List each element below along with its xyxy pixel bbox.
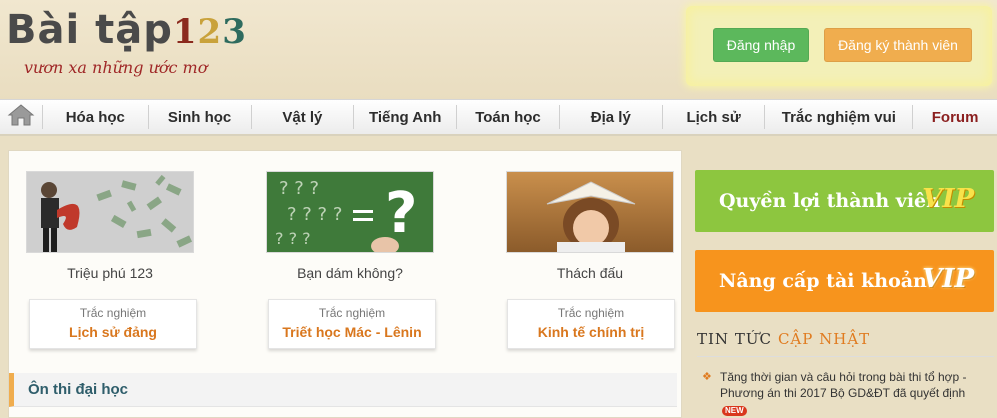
logo-number: 123 <box>173 12 247 52</box>
promo-trieu-phu[interactable]: Triệu phú 123 <box>26 171 194 281</box>
promo-title: Triệu phú 123 <box>67 265 153 281</box>
news-item-title: Tăng thời gian và câu hỏi trong bài thi … <box>720 370 967 400</box>
nav-item-lich-su[interactable]: Lịch sử <box>661 105 765 129</box>
site-logo[interactable]: Bài tập123 vươn xa những ước mơ <box>6 6 247 77</box>
section-on-thi-dai-hoc[interactable]: Ôn thi đại học <box>9 373 677 407</box>
logo-slogan: vươn xa những ước mơ <box>24 58 208 77</box>
quiz-card-name: Lịch sử đảng <box>69 324 157 340</box>
vip-benefits-label: Quyền lợi thành viên <box>719 190 940 212</box>
vip-upgrade-banner[interactable]: Nâng cấp tài khoản VIP <box>695 250 994 312</box>
nav-item-sinh-hoc[interactable]: Sinh học <box>147 105 251 129</box>
quiz-card-name: Kinh tế chính trị <box>537 324 645 340</box>
logo-digit-1: 1 <box>172 12 198 52</box>
main-content: Triệu phú 123 Trắc nghiệm Lịch sử đảng ?… <box>8 150 682 418</box>
quiz-card-kind: Trắc nghiệm <box>79 306 147 320</box>
promo-ban-dam-khong[interactable]: ? ? ? ? ? ? ? ? ? ? ? Bạn dám không? <box>266 171 434 281</box>
quiz-card-name: Triết học Mác - Lênin <box>282 324 422 340</box>
vip-upgrade-label: Nâng cấp tài khoản <box>719 270 927 292</box>
quiz-card-kind: Trắc nghiệm <box>318 306 386 320</box>
nav-item-vat-ly[interactable]: Vật lý <box>250 105 354 129</box>
promo-title: Thách đấu <box>556 265 624 281</box>
promo-thach-dau[interactable]: Thách đấu <box>506 171 674 281</box>
vip-badge: VIP <box>922 184 974 214</box>
logo-word: Bài tập <box>6 7 173 53</box>
news-heading-a: TIN TỨC <box>697 330 772 348</box>
svg-text:? ? ?: ? ? ? <box>279 178 319 199</box>
auth-panel: Đăng nhập Đăng ký thành viên <box>686 6 992 86</box>
main-nav: Hóa học Sinh học Vật lý Tiếng Anh Toán h… <box>0 99 997 136</box>
promo-image-girl-reading <box>506 171 674 253</box>
logo-digit-2: 2 <box>197 12 223 52</box>
home-icon <box>7 103 35 132</box>
news-item-text: Tăng thời gian và câu hỏi trong bài thi … <box>720 369 994 417</box>
nav-item-dia-ly[interactable]: Địa lý <box>558 105 662 129</box>
logo-text: Bài tập123 <box>6 6 247 56</box>
nav-home[interactable] <box>0 100 42 135</box>
logo-digit-3: 3 <box>222 12 247 52</box>
bullet-icon: ❖ <box>702 371 712 383</box>
news-heading: TIN TỨC CẬP NHẬT <box>697 330 870 348</box>
news-item[interactable]: ❖ Tăng thời gian và câu hỏi trong bài th… <box>702 369 994 417</box>
quiz-card-lich-su-dang[interactable]: Trắc nghiệm Lịch sử đảng <box>29 299 197 349</box>
nav-item-forum[interactable]: Forum <box>912 105 997 129</box>
svg-text:? ? ? ?: ? ? ? ? <box>287 204 342 225</box>
promo-image-businessman <box>26 171 194 253</box>
nav-item-toan-hoc[interactable]: Toán học <box>456 105 559 129</box>
vip-benefits-banner[interactable]: Quyền lợi thành viên VIP <box>695 170 994 232</box>
svg-text:?: ? <box>385 181 417 246</box>
vip-badge: VIP <box>922 264 974 294</box>
svg-text:? ? ?: ? ? ? <box>275 229 311 248</box>
promo-title: Bạn dám không? <box>297 265 403 281</box>
news-divider <box>697 356 994 357</box>
quiz-card-triet-hoc[interactable]: Trắc nghiệm Triết học Mác - Lênin <box>268 299 436 349</box>
login-button[interactable]: Đăng nhập <box>713 28 809 62</box>
site-header: Bài tập123 vươn xa những ước mơ Đăng nhậ… <box>0 0 997 100</box>
nav-item-trac-nghiem-vui[interactable]: Trắc nghiệm vui <box>764 105 912 129</box>
nav-item-hoa-hoc[interactable]: Hóa học <box>41 105 148 129</box>
register-button[interactable]: Đăng ký thành viên <box>824 28 972 62</box>
quiz-card-kind: Trắc nghiệm <box>557 306 625 320</box>
nav-item-tieng-anh[interactable]: Tiếng Anh <box>353 105 456 129</box>
promo-image-chalkboard: ? ? ? ? ? ? ? ? ? ? ? <box>266 171 434 253</box>
news-heading-b: CẬP NHẬT <box>777 330 871 348</box>
new-badge: NEW <box>722 406 747 416</box>
quiz-card-kinh-te[interactable]: Trắc nghiệm Kinh tế chính trị <box>507 299 675 349</box>
